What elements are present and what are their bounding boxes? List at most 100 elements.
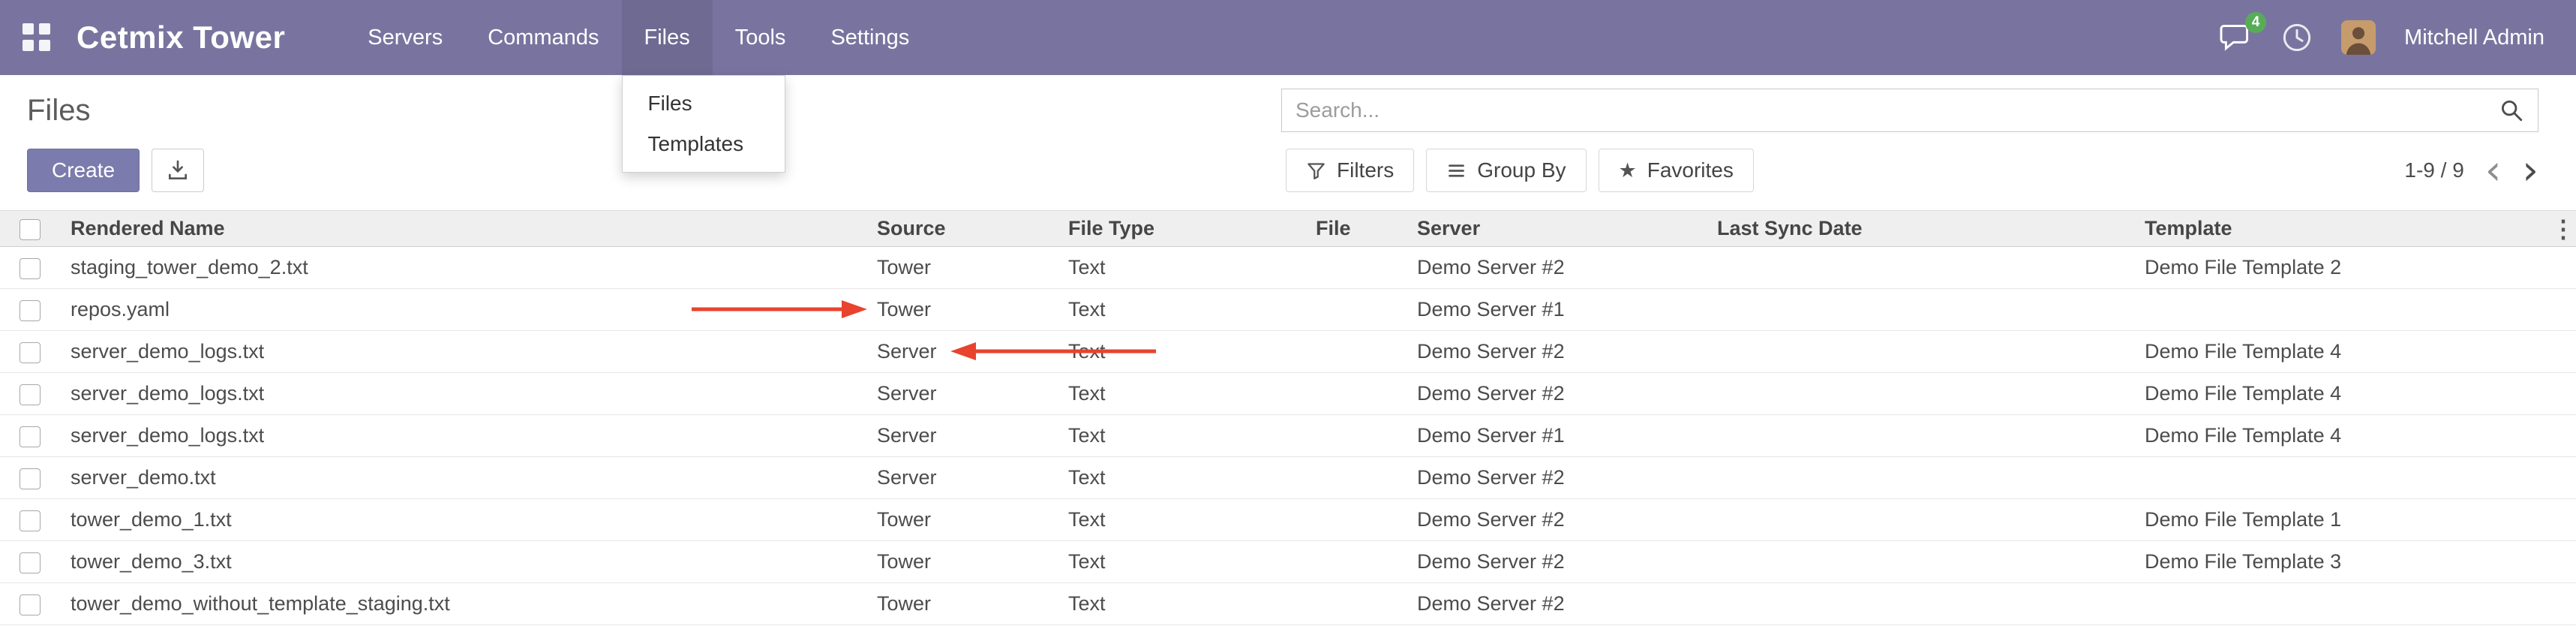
user-avatar[interactable] — [2341, 20, 2376, 55]
cell-last-sync-date[interactable] — [1707, 415, 2134, 457]
cell-template[interactable] — [2134, 457, 2550, 499]
table-row[interactable]: server_demo.txtServerText Demo Server #2 — [0, 457, 2576, 499]
search-input[interactable] — [1296, 98, 2499, 122]
cell-source[interactable]: Server — [866, 331, 1058, 373]
cell-source[interactable]: Server — [866, 415, 1058, 457]
cell-template[interactable] — [2134, 583, 2550, 625]
menu-servers[interactable]: Servers — [345, 0, 465, 75]
cell-file[interactable] — [1305, 247, 1407, 289]
pager-previous-icon[interactable]: ‹ — [2485, 150, 2502, 191]
cell-rendered-name[interactable]: repos.yaml — [60, 289, 866, 331]
cell-file[interactable] — [1305, 415, 1407, 457]
cell-server[interactable]: Demo Server #2 — [1407, 583, 1707, 625]
cell-file-type[interactable]: Text — [1058, 373, 1305, 415]
cell-last-sync-date[interactable] — [1707, 541, 2134, 583]
table-row[interactable]: repos.yamlTowerText Demo Server #1 — [0, 289, 2576, 331]
cell-rendered-name[interactable]: server_demo_logs.txt — [60, 373, 866, 415]
cell-source[interactable]: Server — [866, 457, 1058, 499]
cell-template[interactable]: Demo File Template 3 — [2134, 541, 2550, 583]
cell-file-type[interactable]: Text — [1058, 541, 1305, 583]
cell-rendered-name[interactable]: staging_tower_demo_2.txt — [60, 247, 866, 289]
cell-file-type[interactable]: Text — [1058, 415, 1305, 457]
table-row[interactable]: server_demo_logs.txtServerText Demo Serve… — [0, 331, 2576, 373]
cell-rendered-name[interactable]: server_demo_logs.txt — [60, 415, 866, 457]
column-header-rendered-name[interactable]: Rendered Name — [60, 211, 866, 247]
cell-file[interactable] — [1305, 499, 1407, 541]
cell-server[interactable]: Demo Server #2 — [1407, 331, 1707, 373]
cell-template[interactable]: Demo File Template 4 — [2134, 331, 2550, 373]
cell-server[interactable]: Demo Server #2 — [1407, 373, 1707, 415]
column-header-source[interactable]: Source — [866, 211, 1058, 247]
cell-template[interactable]: Demo File Template 4 — [2134, 373, 2550, 415]
cell-rendered-name[interactable]: server_demo.txt — [60, 457, 866, 499]
cell-rendered-name[interactable]: tower_demo_1.txt — [60, 499, 866, 541]
import-button[interactable] — [152, 149, 204, 192]
cell-source[interactable]: Tower — [866, 247, 1058, 289]
cell-file[interactable] — [1305, 331, 1407, 373]
cell-file-type[interactable]: Text — [1058, 583, 1305, 625]
cell-last-sync-date[interactable] — [1707, 331, 2134, 373]
table-row[interactable]: server_demo_logs.txtServerText Demo Serve… — [0, 373, 2576, 415]
table-row[interactable]: tower_demo_1.txtTowerTextDemo Server #2D… — [0, 499, 2576, 541]
row-checkbox[interactable] — [20, 510, 41, 531]
favorites-button[interactable]: ★ Favorites — [1599, 149, 1754, 192]
column-header-template[interactable]: Template — [2134, 211, 2550, 247]
cell-rendered-name[interactable]: server_demo_logs.txt — [60, 331, 866, 373]
create-button[interactable]: Create — [27, 149, 140, 192]
cell-server[interactable]: Demo Server #1 — [1407, 289, 1707, 331]
row-checkbox[interactable] — [20, 258, 41, 279]
cell-rendered-name[interactable]: tower_demo_3.txt — [60, 541, 866, 583]
cell-source[interactable]: Tower — [866, 541, 1058, 583]
cell-file-type[interactable]: Text — [1058, 457, 1305, 499]
cell-source[interactable]: Tower — [866, 499, 1058, 541]
table-row[interactable]: staging_tower_demo_2.txtTowerTextDemo Se… — [0, 247, 2576, 289]
cell-file-type[interactable]: Text — [1058, 289, 1305, 331]
menu-commands[interactable]: Commands — [465, 0, 621, 75]
cell-file-type[interactable]: Text — [1058, 331, 1305, 373]
row-checkbox[interactable] — [20, 342, 41, 363]
filters-button[interactable]: Filters — [1286, 149, 1414, 192]
cell-source[interactable]: Tower — [866, 583, 1058, 625]
column-header-file-type[interactable]: File Type — [1058, 211, 1305, 247]
row-checkbox[interactable] — [20, 384, 41, 405]
cell-file[interactable] — [1305, 373, 1407, 415]
cell-source[interactable]: Tower — [866, 289, 1058, 331]
cell-file[interactable] — [1305, 457, 1407, 499]
dropdown-item-templates[interactable]: Templates — [623, 124, 785, 164]
group-by-button[interactable]: Group By — [1426, 149, 1586, 192]
cell-last-sync-date[interactable] — [1707, 457, 2134, 499]
menu-files[interactable]: Files Files Templates — [622, 0, 713, 75]
cell-source[interactable]: Server — [866, 373, 1058, 415]
table-row[interactable]: tower_demo_3.txtTowerText Demo Server #2 D… — [0, 541, 2576, 583]
cell-template[interactable]: Demo File Template 2 — [2134, 247, 2550, 289]
cell-file[interactable] — [1305, 541, 1407, 583]
cell-last-sync-date[interactable] — [1707, 373, 2134, 415]
cell-server[interactable]: Demo Server #2 — [1407, 457, 1707, 499]
dropdown-item-files[interactable]: Files — [623, 83, 785, 124]
row-checkbox[interactable] — [20, 426, 41, 447]
row-checkbox[interactable] — [20, 552, 41, 573]
cell-template[interactable]: Demo File Template 1 — [2134, 499, 2550, 541]
column-header-server[interactable]: Server — [1407, 211, 1707, 247]
search-icon[interactable] — [2499, 98, 2524, 123]
cell-rendered-name[interactable]: tower_demo_without_template_staging.txt — [60, 583, 866, 625]
activities-button[interactable] — [2281, 22, 2313, 53]
cell-last-sync-date[interactable] — [1707, 289, 2134, 331]
cell-template[interactable] — [2134, 289, 2550, 331]
table-row[interactable]: tower_demo_without_template_staging.txtT… — [0, 583, 2576, 625]
cell-last-sync-date[interactable] — [1707, 583, 2134, 625]
cell-template[interactable]: Demo File Template 4 — [2134, 415, 2550, 457]
user-menu[interactable]: Mitchell Admin — [2404, 26, 2544, 50]
cell-file-type[interactable]: Text — [1058, 499, 1305, 541]
column-header-last-sync-date[interactable]: Last Sync Date — [1707, 211, 2134, 247]
optional-columns-toggle[interactable]: ⋮ — [2550, 211, 2576, 247]
cell-file[interactable] — [1305, 289, 1407, 331]
cell-last-sync-date[interactable] — [1707, 499, 2134, 541]
cell-server[interactable]: Demo Server #2 — [1407, 541, 1707, 583]
row-checkbox[interactable] — [20, 468, 41, 489]
cell-file-type[interactable]: Text — [1058, 247, 1305, 289]
messages-button[interactable]: 4 — [2220, 23, 2253, 53]
cell-file[interactable] — [1305, 583, 1407, 625]
table-row[interactable]: server_demo_logs.txtServerTextDemo Serve… — [0, 415, 2576, 457]
menu-tools[interactable]: Tools — [713, 0, 809, 75]
